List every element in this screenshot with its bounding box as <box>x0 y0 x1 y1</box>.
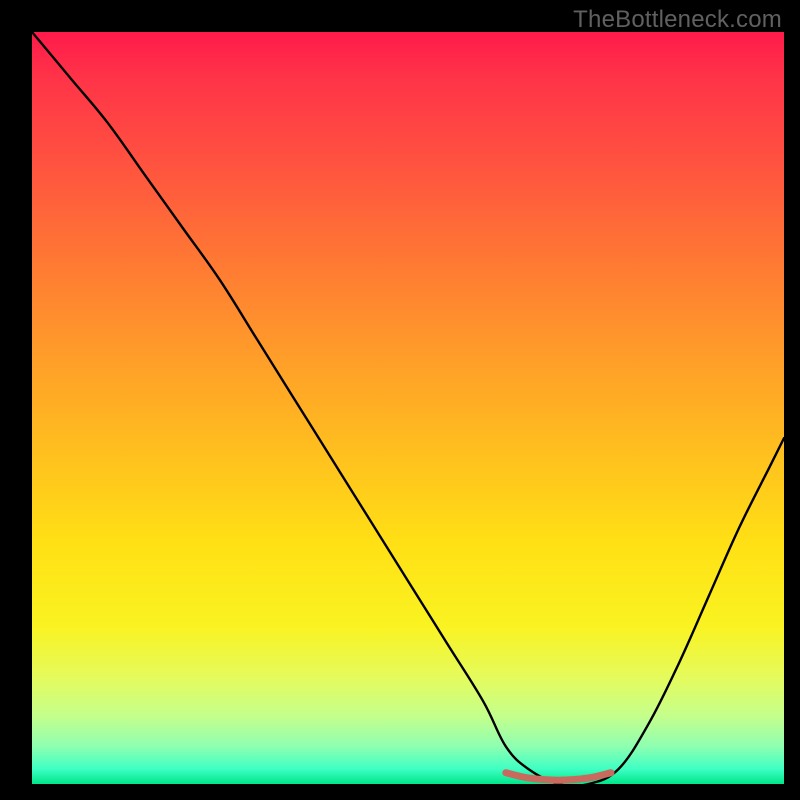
watermark-text: TheBottleneck.com <box>573 6 782 34</box>
curve-layer <box>32 32 784 784</box>
optimal-band-marker <box>506 773 611 781</box>
chart-frame: TheBottleneck.com <box>0 0 800 800</box>
bottleneck-curve <box>32 32 784 784</box>
plot-area <box>32 32 784 784</box>
